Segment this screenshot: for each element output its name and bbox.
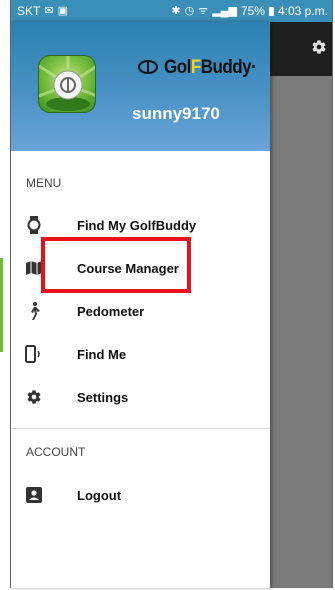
battery-percent: 75% (240, 4, 265, 18)
watch-icon (25, 216, 43, 234)
golfbuddy-logo-mark-icon (138, 60, 158, 74)
menu-label-find-me: Find Me (77, 346, 127, 362)
bluetooth-icon: ✱ (171, 4, 181, 17)
menu-item-pedometer[interactable]: Pedometer (11, 290, 270, 332)
signal-icon: ▂▄▆ (212, 4, 237, 17)
course-manager-highlight (41, 237, 191, 293)
account-section-label: ACCOUNT (26, 445, 86, 459)
golfbuddy-logo: GolFBuddy· (138, 55, 257, 78)
alarm-icon: ◷ (184, 4, 195, 17)
account-box-icon (25, 486, 43, 504)
status-bar: SKT ✉ ▣ ✱ ◷ ᯤ ▂▄▆ 75% 4:03 p.m. (11, 0, 332, 22)
clock: 4:03 p.m. (277, 4, 328, 18)
username: sunny9170 (132, 104, 220, 123)
menu-item-logout[interactable]: Logout (11, 474, 270, 516)
settings-gear-icon[interactable] (310, 38, 328, 56)
drawer-header: GolFBuddy· sunny9170 (11, 22, 270, 151)
phone-ring-icon (25, 345, 43, 363)
brand-name: GolFBuddy· (164, 55, 257, 78)
image-icon: ▣ (57, 4, 68, 17)
wifi-icon: ᯤ (198, 4, 209, 17)
carrier-label: SKT (17, 4, 41, 18)
menu-label-logout: Logout (77, 487, 122, 503)
battery-icon (268, 6, 274, 16)
gear-icon (25, 388, 43, 406)
walking-icon (25, 302, 43, 320)
mail-icon: ✉ (44, 4, 54, 17)
menu-item-find-me[interactable]: Find Me (11, 333, 270, 375)
golfbuddy-app-icon (38, 55, 96, 113)
section-divider (11, 428, 270, 429)
menu-label-pedometer: Pedometer (77, 303, 145, 319)
menu-label-find-my-golfbuddy: Find My GolfBuddy (77, 217, 197, 233)
menu-section-label: MENU (26, 176, 62, 190)
dimmed-content[interactable] (270, 22, 332, 588)
menu-label-settings: Settings (77, 389, 129, 405)
menu-item-settings[interactable]: Settings (11, 376, 270, 418)
navigation-drawer: GolFBuddy· sunny9170 MENU Find My GolfBu… (11, 22, 270, 588)
side-accent (0, 258, 3, 352)
